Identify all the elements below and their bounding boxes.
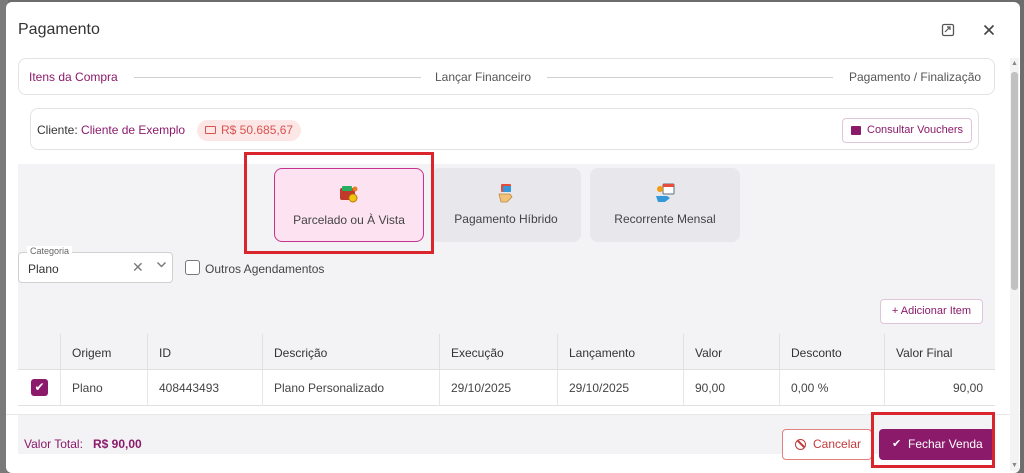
column-header: Lançamento (569, 346, 636, 360)
client-label: Cliente: Cliente de Exemplo (37, 123, 185, 137)
scroll-up-icon[interactable]: ▲ (1011, 60, 1018, 67)
column-separator (557, 334, 558, 370)
column-separator (884, 370, 885, 406)
table-cell: 90,00 (952, 381, 983, 395)
step-payment[interactable]: Pagamento / Finalização (849, 70, 981, 84)
other-schedules-label: Outros Agendamentos (205, 262, 325, 276)
column-header: Descrição (274, 346, 328, 360)
column-separator (884, 334, 885, 370)
consult-vouchers-button[interactable]: Consultar Vouchers (842, 118, 972, 143)
payment-option-label: Pagamento Híbrido (454, 212, 558, 226)
table-cell: 29/10/2025 (451, 381, 512, 395)
step-connector (134, 77, 421, 78)
step-items[interactable]: Itens da Compra (29, 70, 118, 84)
cancel-label: Cancelar (813, 437, 862, 451)
column-separator (683, 370, 684, 406)
step-connector (547, 77, 833, 78)
stepper: Itens da Compra Lançar Financeiro Pagame… (18, 58, 995, 95)
column-header: Valor (695, 346, 723, 360)
clear-icon[interactable]: ✕ (132, 259, 144, 276)
table-row[interactable]: ✔ Plano 408443493 Plano Personalizado 29… (18, 370, 995, 406)
total-value: R$ 90,00 (93, 437, 142, 451)
scrollbar-thumb[interactable] (1011, 72, 1018, 290)
ban-icon (795, 439, 806, 450)
column-separator (262, 370, 263, 406)
step-financial[interactable]: Lançar Financeiro (435, 70, 531, 84)
column-header: Desconto (791, 346, 842, 360)
client-name: Cliente de Exemplo (81, 123, 186, 137)
column-header: ID (159, 346, 171, 360)
column-header: Origem (72, 346, 112, 360)
hand-cards-icon (498, 184, 513, 203)
scrollbar[interactable]: ▲ ▼ (1010, 58, 1019, 471)
column-separator (779, 370, 780, 406)
wallet-icon (340, 186, 358, 203)
column-separator (439, 370, 440, 406)
payment-option-hybrid[interactable]: Pagamento Híbrido (431, 168, 581, 242)
column-separator (262, 334, 263, 370)
items-table: Origem ID Descrição Execução Lançamento … (18, 334, 995, 414)
table-cell: Plano (72, 381, 103, 395)
table-cell: Plano Personalizado (274, 381, 385, 395)
category-value: Plano (28, 262, 59, 276)
category-legend: Categoria (27, 246, 73, 256)
client-label-text: Cliente: (37, 123, 78, 137)
dialog-title: Pagamento (18, 21, 100, 38)
payment-option-installments[interactable]: Parcelado ou À Vista (274, 168, 424, 242)
table-header: Origem ID Descrição Execução Lançamento … (18, 334, 995, 370)
chevron-down-icon[interactable] (156, 259, 167, 273)
close-sale-button[interactable]: ✔ Fechar Venda (879, 429, 995, 460)
column-separator (683, 334, 684, 370)
table-cell: 90,00 (695, 381, 726, 395)
add-item-button[interactable]: + Adicionar Item (880, 299, 983, 324)
client-balance-badge: R$ 50.685,67 (197, 120, 302, 141)
payment-option-recurring[interactable]: Recorrente Mensal (590, 168, 740, 242)
table-cell: 29/10/2025 (569, 381, 630, 395)
category-select[interactable]: Categoria Plano ✕ (18, 246, 173, 283)
check-icon: ✔ (892, 438, 902, 450)
table-cell: 408443493 (159, 381, 220, 395)
close-icon[interactable] (979, 20, 999, 40)
scroll-down-icon[interactable]: ▼ (1011, 462, 1018, 469)
payment-dialog: Pagamento Itens da Compra Lançar Finance… (6, 2, 1020, 473)
dialog-header: Pagamento (6, 2, 1020, 58)
column-separator (439, 334, 440, 370)
maximize-icon[interactable] (938, 20, 958, 40)
column-separator (557, 370, 558, 406)
client-balance: R$ 50.685,67 (221, 123, 294, 137)
total-label: Valor Total: (24, 437, 83, 451)
column-separator (779, 334, 780, 370)
money-icon (205, 126, 216, 134)
payment-option-label: Parcelado ou À Vista (293, 213, 405, 227)
column-separator (60, 334, 61, 370)
client-info-box: Cliente: Cliente de Exemplo R$ 50.685,67… (30, 108, 979, 150)
cancel-button[interactable]: Cancelar (782, 429, 872, 460)
column-separator (147, 370, 148, 406)
payment-option-label: Recorrente Mensal (614, 212, 716, 226)
column-header: Execução (451, 346, 504, 360)
close-sale-label: Fechar Venda (908, 437, 983, 451)
hand-calendar-icon (656, 183, 675, 202)
footer-divider (6, 414, 1020, 415)
consult-vouchers-label: Consultar Vouchers (867, 124, 963, 136)
column-header: Valor Final (896, 346, 953, 360)
table-cell: 0,00 % (791, 381, 829, 395)
row-checkbox[interactable]: ✔ (31, 379, 48, 396)
column-separator (60, 370, 61, 406)
column-separator (147, 334, 148, 370)
other-schedules-checkbox[interactable] (185, 260, 200, 275)
gift-icon (851, 126, 861, 135)
